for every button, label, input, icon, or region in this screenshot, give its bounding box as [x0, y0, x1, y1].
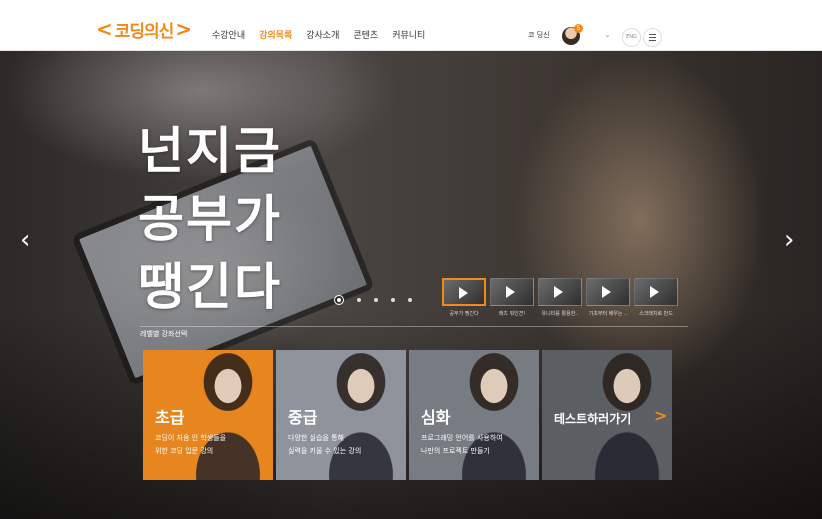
- card-desc-line: 나만의 프로젝트 만들기: [421, 447, 490, 455]
- logo-right-bracket: >: [175, 17, 193, 41]
- slide-dot-5[interactable]: [408, 298, 412, 302]
- nav-item-guide[interactable]: 수강안내: [212, 28, 245, 41]
- play-icon: [650, 286, 659, 298]
- user-name[interactable]: 코 딩신: [528, 30, 550, 40]
- card-desc-line: 실력을 키울 수 있는 강의: [288, 447, 362, 455]
- headline-line-3: 땡긴다: [138, 258, 282, 316]
- thumbnail-caption: 공부가 땡긴다: [449, 311, 479, 317]
- divider: [140, 326, 688, 327]
- thumbnail-caption: 스크래치로 만드: [639, 311, 673, 317]
- card-title: 중급: [288, 408, 318, 427]
- headline-line-1: 넌지금: [138, 122, 282, 180]
- play-icon: [506, 286, 515, 298]
- nav-item-community[interactable]: 커뮤니티: [392, 28, 425, 41]
- thumbnail-caption: 유니티를 활용한..: [541, 311, 579, 317]
- card-desc-line: 위한 코딩 입문 강의: [155, 447, 214, 455]
- thumbnail-2[interactable]: [490, 278, 534, 306]
- arrow-right-icon: >: [654, 406, 668, 425]
- slide-dot-4[interactable]: [391, 298, 395, 302]
- language-button[interactable]: ENG: [622, 28, 641, 47]
- card-title: 초급: [155, 408, 185, 427]
- thumbnail-caption: 래츠 뭐인견!: [498, 311, 526, 317]
- logo-text: 코딩의신: [114, 21, 175, 42]
- play-icon: [459, 287, 468, 299]
- card-advanced[interactable]: 심화 프로그래밍 언어를 사용하여 나만의 프로젝트 만들기: [409, 350, 539, 480]
- next-slide-icon[interactable]: ›: [784, 225, 794, 255]
- video-thumbnails: [442, 278, 678, 306]
- card-desc-line: 코딩이 처음 인 학생들을: [155, 434, 227, 442]
- thumbnail-5[interactable]: [634, 278, 678, 306]
- nav-item-courses[interactable]: 강의목록: [259, 28, 292, 41]
- site-logo[interactable]: < 코딩의신 >: [96, 17, 193, 42]
- main-nav: 수강안내 강의목록 강사소개 콘텐츠 커뮤니티: [212, 28, 425, 41]
- level-cards: 초급 코딩이 처음 인 학생들을 위한 코딩 입문 강의 중급 다양한 실습을 …: [143, 350, 672, 480]
- card-beginner[interactable]: 초급 코딩이 처음 인 학생들을 위한 코딩 입문 강의: [143, 350, 273, 480]
- thumbnail-captions: 공부가 땡긴다 래츠 뭐인견! 유니티를 활용한.. 기초부터 배우는 .. 스…: [442, 310, 678, 317]
- card-title: 심화: [421, 408, 451, 427]
- student-photo: [316, 350, 406, 480]
- play-icon: [554, 286, 563, 298]
- card-description: 코딩이 처음 인 학생들을 위한 코딩 입문 강의: [155, 432, 226, 458]
- card-desc-line: 다양한 실습을 통해: [288, 434, 344, 442]
- slide-dot-3[interactable]: [374, 298, 378, 302]
- thumbnail-1[interactable]: [442, 278, 486, 306]
- card-intermediate[interactable]: 중급 다양한 실습을 통해 실력을 키울 수 있는 강의: [276, 350, 406, 480]
- card-description: 프로그래밍 언어를 사용하여 나만의 프로젝트 만들기: [421, 432, 503, 458]
- slide-indicators: [334, 295, 412, 305]
- card-desc-line: 프로그래밍 언어를 사용하여: [421, 434, 503, 442]
- hero-banner: 넌지금 공부가 땡긴다 ‹ › 공부가 땡긴다 래츠 뭐인견! 유니티를 활용한…: [0, 51, 822, 519]
- card-description: 다양한 실습을 통해 실력을 키울 수 있는 강의: [288, 432, 361, 458]
- card-title: 테스트하러가기: [554, 412, 632, 426]
- logo-left-bracket: <: [96, 17, 113, 41]
- thumbnail-3[interactable]: [538, 278, 582, 306]
- nav-item-contents[interactable]: 콘텐츠: [353, 28, 378, 41]
- prev-slide-icon[interactable]: ‹: [20, 225, 30, 255]
- level-section-title: 레벨별 강좌선택: [140, 330, 188, 338]
- site-header: < 코딩의신 > 수강안내 강의목록 강사소개 콘텐츠 커뮤니티 코 딩신 5 …: [0, 0, 822, 51]
- slide-dot-1[interactable]: [334, 295, 344, 305]
- play-icon: [602, 286, 611, 298]
- chevron-down-icon[interactable]: ⌄: [604, 30, 611, 39]
- nav-item-instructors[interactable]: 강사소개: [306, 28, 339, 41]
- headline-line-2: 공부가: [138, 190, 282, 248]
- slide-dot-2[interactable]: [357, 298, 361, 302]
- notification-badge: 5: [574, 24, 583, 33]
- student-photo: [183, 350, 273, 480]
- hamburger-menu-icon[interactable]: [643, 28, 662, 47]
- card-take-test[interactable]: 테스트하러가기 >: [542, 350, 672, 480]
- thumbnail-caption: 기초부터 배우는 ..: [588, 311, 628, 317]
- hero-headline: 넌지금 공부가 땡긴다: [138, 117, 282, 321]
- thumbnail-4[interactable]: [586, 278, 630, 306]
- student-photo: [449, 350, 539, 480]
